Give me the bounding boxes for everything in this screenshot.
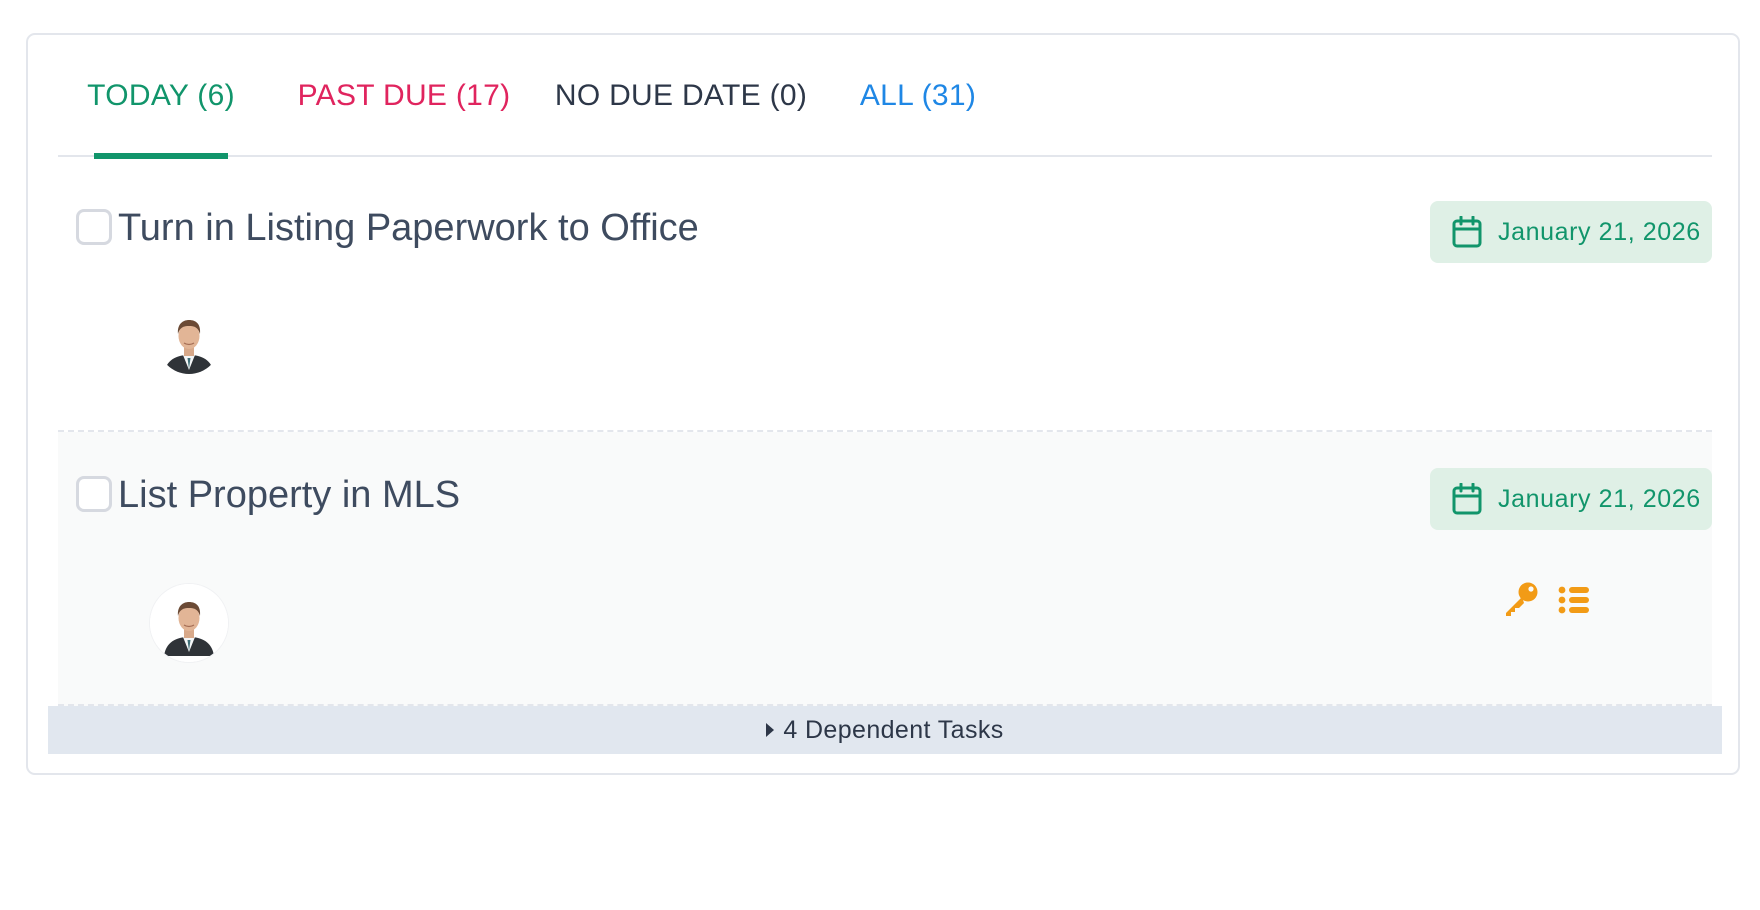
due-date-badge[interactable]: January 21, 2026 [1430, 201, 1712, 263]
tasks-card: TODAY (6) PAST DUE (17) NO DUE DATE (0) … [26, 33, 1740, 775]
calendar-icon [1452, 216, 1482, 248]
tab-today[interactable]: TODAY (6) [87, 35, 235, 159]
task-title[interactable]: List Property in MLS [118, 474, 460, 517]
due-date-text: January 21, 2026 [1498, 217, 1701, 246]
task-tabs: TODAY (6) PAST DUE (17) NO DUE DATE (0) … [58, 35, 1712, 159]
caret-right-icon [766, 723, 775, 737]
calendar-icon [1452, 483, 1482, 515]
dependent-tasks-toggle[interactable]: 4 Dependent Tasks [48, 706, 1722, 754]
task-checkbox[interactable] [76, 209, 112, 245]
avatar-photo-icon [150, 584, 228, 662]
dependent-tasks-label: 4 Dependent Tasks [783, 715, 1004, 744]
list-icon[interactable] [1558, 585, 1590, 615]
due-date-text: January 21, 2026 [1498, 484, 1701, 513]
tab-all[interactable]: ALL (31) [860, 35, 976, 157]
tab-no-due-date[interactable]: NO DUE DATE (0) [555, 35, 807, 157]
tab-past-due[interactable]: PAST DUE (17) [298, 35, 511, 157]
task-row: List Property in MLS January 21, 2026 [58, 432, 1712, 706]
assignee-avatar[interactable] [150, 584, 228, 662]
assignee-avatar[interactable] [158, 312, 220, 374]
due-date-badge[interactable]: January 21, 2026 [1430, 468, 1712, 530]
task-checkbox[interactable] [76, 476, 112, 512]
avatar-photo-icon [158, 312, 220, 374]
task-title[interactable]: Turn in Listing Paperwork to Office [118, 207, 699, 250]
key-icon[interactable] [1502, 580, 1540, 618]
task-row: Turn in Listing Paperwork to Office Janu… [58, 157, 1712, 430]
